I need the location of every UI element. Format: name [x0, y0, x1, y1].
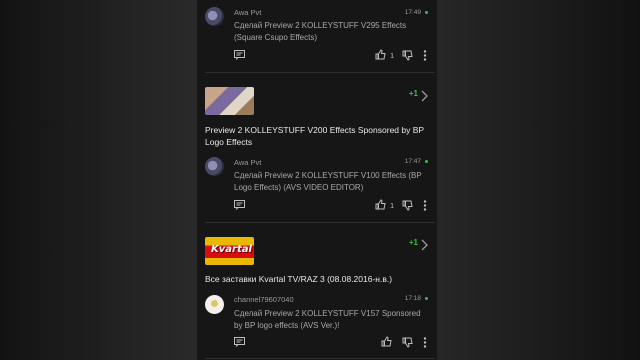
left-blur-background	[0, 0, 197, 360]
like-count: 1	[390, 201, 395, 210]
thumbs-up-icon[interactable]	[375, 49, 386, 60]
reply-icon[interactable]	[234, 337, 245, 347]
plus-badge: +1	[408, 89, 418, 98]
comment-time: 17:18	[404, 295, 421, 302]
comments-screen: Awa Pvt 17:49 Сделай Preview 2 KOLLEYSTU…	[197, 0, 437, 360]
divider	[205, 72, 435, 73]
online-dot	[425, 11, 428, 14]
thumbs-down-icon[interactable]	[402, 337, 413, 348]
comment-time: 17:49	[404, 9, 421, 16]
comment-time: 17:47	[404, 158, 421, 165]
more-icon[interactable]	[423, 337, 427, 348]
online-dot	[425, 160, 428, 163]
video-thumbnail[interactable]	[205, 87, 254, 115]
thumbs-up-icon[interactable]	[375, 199, 386, 210]
comment-author[interactable]: Awa Pvt	[234, 158, 261, 167]
comment-text: Сделай Preview 2 KOLLEYSTUFF V157 Sponso…	[234, 309, 421, 330]
video-thumbnail[interactable]: Kvartal	[205, 237, 254, 265]
comment-text: Сделай Preview 2 KOLLEYSTUFF V100 Effect…	[234, 171, 422, 192]
right-blur-background	[437, 0, 640, 360]
thumbnail-logo-text: Kvartal	[211, 244, 252, 255]
thumbs-down-icon[interactable]	[402, 50, 413, 61]
avatar[interactable]	[205, 295, 224, 314]
more-icon[interactable]	[423, 50, 427, 61]
reply-icon[interactable]	[234, 200, 245, 210]
chevron-right-icon[interactable]	[419, 239, 429, 251]
divider	[205, 222, 435, 223]
online-dot	[425, 297, 428, 300]
comment-text: Сделай Preview 2 KOLLEYSTUFF V295 Effect…	[234, 21, 407, 42]
divider	[205, 358, 435, 359]
like-count: 1	[390, 51, 395, 60]
video-title[interactable]: Preview 2 KOLLEYSTUFF V200 Effects Spons…	[205, 124, 433, 148]
chevron-right-icon[interactable]	[419, 90, 429, 102]
reply-icon[interactable]	[234, 50, 245, 60]
comment-author[interactable]: channel79607040	[234, 295, 294, 304]
video-title[interactable]: Все заставки Kvartal TV/RAZ 3 (08.08.201…	[205, 273, 433, 285]
thumbs-up-icon[interactable]	[381, 336, 392, 347]
more-icon[interactable]	[423, 200, 427, 211]
avatar[interactable]	[205, 7, 224, 26]
avatar[interactable]	[205, 157, 224, 176]
thumbs-down-icon[interactable]	[402, 200, 413, 211]
plus-badge: +1	[408, 238, 418, 247]
comment-author[interactable]: Awa Pvt	[234, 8, 261, 17]
